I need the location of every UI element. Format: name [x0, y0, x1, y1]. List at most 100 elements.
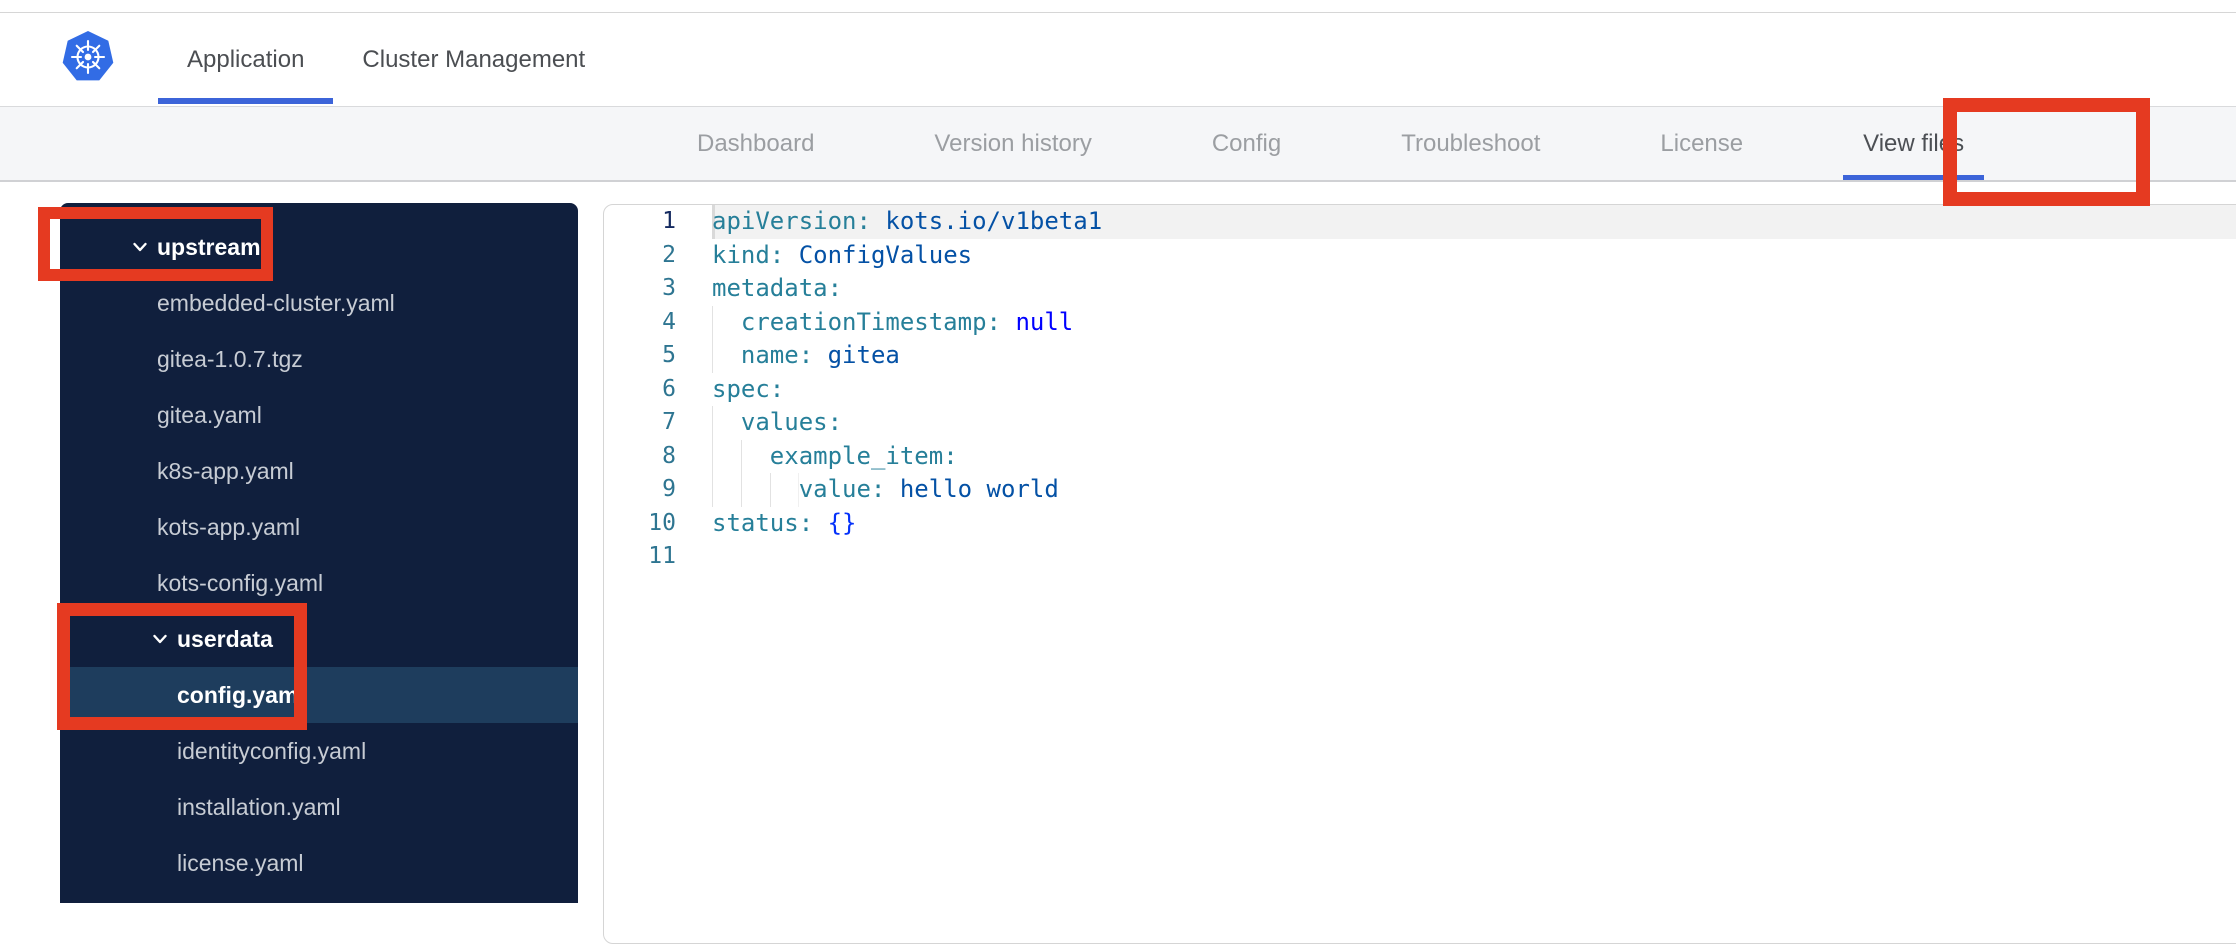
- code-line-content: ​example_item:: [712, 439, 2236, 473]
- subnav-item-view-files[interactable]: View files: [1843, 107, 1985, 180]
- file-tree-sidebar[interactable]: upstream embedded-cluster.yaml gitea-1.0.7…: [60, 203, 578, 903]
- tree-item-label: installation.yaml: [177, 793, 341, 820]
- subnav-item-label: View files: [1863, 129, 1965, 157]
- token-key: spec:: [712, 374, 785, 403]
- code-line-content: apiVersion: kots.io/v1beta1: [712, 205, 2236, 239]
- line-number: 11: [648, 543, 676, 569]
- code-line-content: ​value: hello world: [712, 473, 2236, 507]
- tree-item-label: kots-config.yaml: [157, 569, 324, 596]
- code-line-5: 5 ​name: gitea: [604, 339, 2236, 373]
- token-key: example_item:: [769, 441, 958, 470]
- subnav-item-config[interactable]: Config: [1192, 107, 1301, 180]
- token-key: kind:: [712, 240, 785, 269]
- code-editor[interactable]: 1 apiVersion: kots.io/v1beta1 2 kind: Confi…: [603, 204, 2236, 944]
- token-str: kots.io/v1beta1: [885, 207, 1103, 235]
- tree-item-label: gitea-1.0.7.tgz: [157, 345, 303, 372]
- line-number: 4: [662, 308, 676, 335]
- code-line-content: metadata:: [712, 272, 2236, 306]
- code-line-6: 6 spec:: [604, 373, 2236, 407]
- token-str: ConfigValues: [798, 240, 973, 269]
- indent-guide: ​: [712, 305, 741, 339]
- line-number: 1: [662, 208, 676, 234]
- tree-file-license-yaml[interactable]: license.yaml: [60, 835, 578, 891]
- token-key: value:: [798, 475, 886, 503]
- subnav-item-version-history[interactable]: Version history: [914, 107, 1111, 180]
- tree-folder-upstream[interactable]: upstream: [60, 219, 578, 275]
- tree-item-label: kots-app.yaml: [157, 513, 301, 540]
- line-number: 10: [648, 509, 676, 536]
- token-key: apiVersion:: [712, 207, 871, 235]
- tree-item-label: config.yaml: [177, 681, 305, 708]
- line-number: 2: [662, 241, 676, 268]
- indent-guide: ​: [712, 439, 770, 473]
- tree-file-embedded-cluster-yaml[interactable]: embedded-cluster.yaml: [60, 275, 578, 331]
- tree-item-label: identityconfig.yaml: [177, 737, 367, 764]
- code-line-content: status: {}: [712, 507, 2236, 541]
- code-line-4: 4 ​creationTimestamp: null: [604, 305, 2236, 339]
- tree-item-label: embedded-cluster.yaml: [157, 289, 395, 316]
- top-tab-label: Cluster Management: [362, 45, 586, 73]
- code-line-9: 9 ​value: hello world: [604, 473, 2236, 507]
- token-key: creationTimestamp:: [740, 307, 1001, 336]
- code-line-7: 7 ​values:: [604, 406, 2236, 440]
- tree-item-label: userdata: [177, 625, 273, 652]
- tree-folder-userdata[interactable]: userdata: [60, 611, 578, 667]
- tree-file-kots-app-yaml[interactable]: kots-app.yaml: [60, 499, 578, 555]
- subnav-item-license[interactable]: License: [1640, 107, 1763, 180]
- token-brk: {}: [827, 508, 857, 537]
- indent-guide: ​: [712, 406, 741, 440]
- tree-file-identityconfig-yaml[interactable]: identityconfig.yaml: [60, 723, 578, 779]
- chevron-down-icon[interactable]: [152, 631, 168, 647]
- subnav-item-troubleshoot[interactable]: Troubleshoot: [1381, 107, 1560, 180]
- tree-item-label: gitea.yaml: [157, 401, 262, 428]
- token-str: hello world: [899, 475, 1059, 503]
- token-key: status:: [712, 508, 814, 537]
- tree-file-installation-yaml[interactable]: installation.yaml: [60, 779, 578, 835]
- token-key: metadata:: [712, 274, 843, 302]
- tree-file-gitea-yaml[interactable]: gitea.yaml: [60, 387, 578, 443]
- code-line-10: 10 status: {}: [604, 507, 2236, 541]
- token-kw: null: [1015, 307, 1074, 336]
- code-line-content: spec:: [712, 373, 2236, 407]
- indent-guide: ​: [712, 473, 799, 507]
- indent-guide: ​: [712, 339, 741, 373]
- tree-file-gitea-1-0-7-tgz[interactable]: gitea-1.0.7.tgz: [60, 331, 578, 387]
- subnav: Dashboard Version history Config Troublesho…: [0, 107, 2236, 182]
- chevron-down-icon[interactable]: [132, 239, 148, 255]
- code-line-3: 3 metadata:: [604, 272, 2236, 306]
- code-line-content: ​creationTimestamp: null: [712, 305, 2236, 339]
- tree-file-k8s-app-yaml[interactable]: k8s-app.yaml: [60, 443, 578, 499]
- code-line-11: 11: [604, 540, 2236, 574]
- line-number: 5: [662, 342, 676, 368]
- line-number: 6: [662, 375, 676, 402]
- top-tab-label: Application: [187, 45, 305, 73]
- tree-item-label: license.yaml: [177, 849, 304, 876]
- top-tab-cluster-management[interactable]: Cluster Management: [333, 13, 614, 106]
- tree-file-config-yaml[interactable]: config.yaml: [60, 667, 578, 723]
- line-number: 7: [662, 409, 676, 435]
- token-key: values:: [740, 408, 843, 436]
- code-line-content: kind: ConfigValues: [712, 239, 2236, 273]
- subnav-item-dashboard[interactable]: Dashboard: [677, 107, 834, 180]
- line-number: 9: [662, 476, 676, 502]
- top-tab-application[interactable]: Application: [158, 13, 334, 106]
- top-tabs: Application Cluster Management: [158, 13, 614, 106]
- line-number: 8: [662, 442, 676, 469]
- subnav-item-label: Dashboard: [697, 129, 815, 157]
- code-line-8: 8 ​example_item:: [604, 439, 2236, 473]
- tree-item-label: upstream: [157, 233, 261, 260]
- tree-item-label: k8s-app.yaml: [157, 457, 294, 484]
- subnav-item-label: Version history: [934, 129, 1092, 157]
- token-key: name:: [740, 341, 814, 369]
- subnav-item-label: License: [1660, 129, 1744, 157]
- code-line-2: 2 kind: ConfigValues: [604, 239, 2236, 273]
- line-number: 3: [662, 275, 676, 301]
- subnav-item-label: Config: [1211, 129, 1282, 157]
- tree-file-kots-config-yaml[interactable]: kots-config.yaml: [60, 555, 578, 611]
